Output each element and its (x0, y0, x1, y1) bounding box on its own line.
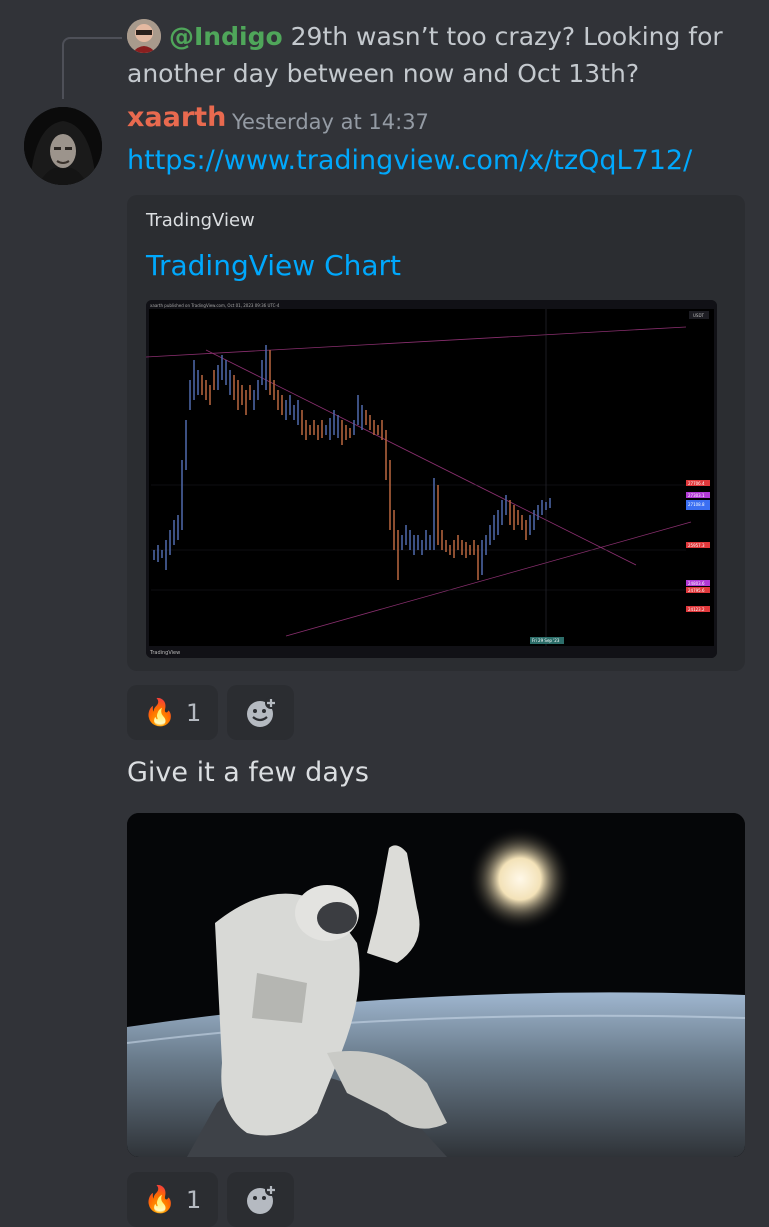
add-reaction-icon (246, 696, 277, 727)
add-reaction-button[interactable] (227, 685, 294, 740)
price-label: 27706.4 (688, 481, 705, 486)
link-embed: TradingView TradingView Chart xaarth pub… (127, 195, 745, 671)
message-link[interactable]: https://www.tradingview.com/x/tzQqL712/ (127, 145, 692, 176)
embed-title[interactable]: TradingView Chart (146, 249, 401, 282)
price-label: 25957.3 (688, 543, 705, 548)
chart-footer-logo: TradingView (149, 650, 180, 656)
reaction-fire[interactable]: 🔥 1 (127, 685, 218, 740)
embed-chart-image[interactable]: xaarth published on TradingView.com, Oct… (146, 300, 717, 658)
reaction-count: 1 (186, 698, 202, 727)
price-label: 24123.2 (688, 607, 705, 612)
message-text: Give it a few days (127, 757, 369, 788)
fire-icon: 🔥 (143, 697, 177, 728)
chart-header: xaarth published on TradingView.com, Oct… (150, 303, 280, 308)
price-label: 24795.6 (688, 588, 705, 593)
price-label: 24803.6 (688, 581, 705, 586)
chart-symbol: USDT (693, 313, 705, 318)
chart-date-label: Fri 29 Sep '23 (532, 638, 560, 643)
embed-provider[interactable]: TradingView (146, 210, 255, 231)
reply-mention[interactable]: @Indigo (169, 22, 283, 51)
reply-preview[interactable]: @Indigo 29th wasn’t too crazy? Looking f… (127, 18, 727, 92)
author-avatar[interactable] (24, 107, 102, 185)
message-timestamp: Yesterday at 14:37 (232, 110, 429, 134)
price-label: 27108.8 (688, 502, 705, 507)
author-name[interactable]: xaarth (127, 102, 226, 133)
astronaut-gif[interactable] (127, 813, 745, 1157)
reply-spine (62, 37, 122, 99)
price-label: 27303.1 (688, 493, 705, 498)
